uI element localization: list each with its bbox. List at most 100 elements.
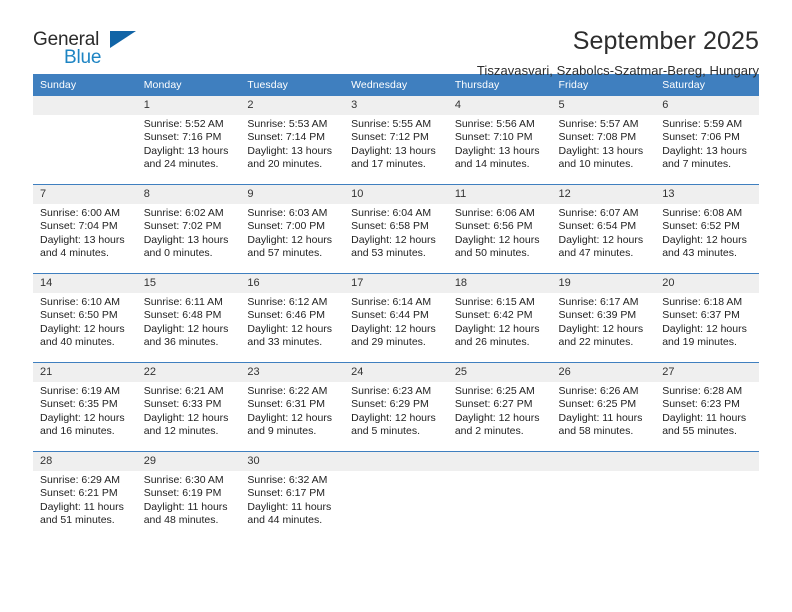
day-details: Sunrise: 6:07 AM Sunset: 6:54 PM Daylight:… (552, 204, 656, 261)
calendar-day[interactable]: 24 Sunrise: 6:23 AM Sunset: 6:29 PM Dayligh… (344, 363, 448, 451)
sunrise-text: Sunrise: 6:12 AM (247, 296, 328, 308)
day-number: 4 (447, 96, 552, 115)
sunset-text: Sunset: 7:00 PM (247, 220, 326, 233)
day-number: 3 (344, 96, 448, 115)
calendar-cell: 3 Sunrise: 5:55 AM Sunset: 7:12 PM Daylight… (344, 96, 448, 185)
day-number: 10 (344, 185, 448, 204)
general-blue-logo: General Blue (33, 26, 153, 68)
calendar-day[interactable]: 11 Sunrise: 6:06 AM Sunset: 6:56 PM Dayligh… (447, 185, 552, 273)
sunset-text: Sunset: 7:02 PM (143, 220, 222, 233)
calendar-day[interactable]: 29 Sunrise: 6:30 AM Sunset: 6:19 PM Dayligh… (136, 452, 241, 540)
day-number: 9 (240, 185, 345, 204)
sunrise-text: Sunrise: 5:52 AM (143, 118, 224, 130)
calendar-day[interactable]: 25 Sunrise: 6:25 AM Sunset: 6:27 PM Dayligh… (447, 363, 552, 451)
calendar-cell: 28 Sunrise: 6:29 AM Sunset: 6:21 PM Dayligh… (33, 451, 137, 540)
calendar-week-row: 14 Sunrise: 6:10 AM Sunset: 6:50 PM Dayligh… (33, 273, 759, 363)
weekday-header-monday: Monday (136, 74, 241, 96)
daylight-text-line2: and 47 minutes. (558, 247, 634, 260)
day-details: Sunrise: 6:28 AM Sunset: 6:23 PM Daylight:… (655, 382, 759, 439)
calendar-day[interactable]: 28 Sunrise: 6:29 AM Sunset: 6:21 PM Dayligh… (33, 452, 137, 540)
daylight-text-line2: and 53 minutes. (351, 247, 426, 260)
day-number (447, 452, 552, 471)
sunrise-text: Sunrise: 6:08 AM (662, 207, 743, 219)
calendar-cell: 5 Sunrise: 5:57 AM Sunset: 7:08 PM Daylight… (551, 96, 656, 185)
calendar-cell: 15 Sunrise: 6:11 AM Sunset: 6:48 PM Dayligh… (136, 273, 241, 363)
calendar-cell: 19 Sunrise: 6:17 AM Sunset: 6:39 PM Dayligh… (551, 273, 656, 363)
calendar-day[interactable]: 15 Sunrise: 6:11 AM Sunset: 6:48 PM Dayligh… (136, 274, 241, 362)
calendar-day[interactable]: 6 Sunrise: 5:59 AM Sunset: 7:06 PM Daylight… (655, 96, 759, 184)
calendar-day[interactable]: 12 Sunrise: 6:07 AM Sunset: 6:54 PM Dayligh… (551, 185, 656, 273)
calendar-day[interactable]: 19 Sunrise: 6:17 AM Sunset: 6:39 PM Dayligh… (551, 274, 656, 362)
day-number: 2 (240, 96, 345, 115)
calendar-day[interactable]: 13 Sunrise: 6:08 AM Sunset: 6:52 PM Dayligh… (655, 185, 759, 273)
sunset-text: Sunset: 6:48 PM (143, 309, 222, 322)
calendar-cell: 17 Sunrise: 6:14 AM Sunset: 6:44 PM Dayligh… (344, 273, 448, 363)
calendar-day[interactable]: 20 Sunrise: 6:18 AM Sunset: 6:37 PM Dayligh… (655, 274, 759, 362)
calendar-cell: 21 Sunrise: 6:19 AM Sunset: 6:35 PM Dayligh… (33, 362, 137, 452)
calendar-cell: 24 Sunrise: 6:23 AM Sunset: 6:29 PM Dayligh… (344, 362, 448, 452)
calendar-day[interactable]: 16 Sunrise: 6:12 AM Sunset: 6:46 PM Dayligh… (240, 274, 345, 362)
calendar-cell: 1 Sunrise: 5:52 AM Sunset: 7:16 PM Daylight… (136, 96, 241, 185)
sunset-text: Sunset: 7:12 PM (351, 131, 429, 144)
sunrise-sunset-calendar: Sunday Monday Tuesday Wednesday Thursday… (33, 74, 759, 540)
daylight-text-line1: Daylight: 13 hours (40, 233, 125, 246)
sunrise-text: Sunrise: 6:32 AM (247, 474, 328, 486)
calendar-day[interactable]: 17 Sunrise: 6:14 AM Sunset: 6:44 PM Dayligh… (344, 274, 448, 362)
sunset-text: Sunset: 7:14 PM (247, 131, 326, 144)
calendar-day[interactable]: 30 Sunrise: 6:32 AM Sunset: 6:17 PM Dayligh… (240, 452, 345, 540)
calendar-day[interactable]: 18 Sunrise: 6:15 AM Sunset: 6:42 PM Dayligh… (447, 274, 552, 362)
calendar-day[interactable]: 5 Sunrise: 5:57 AM Sunset: 7:08 PM Daylight… (551, 96, 656, 184)
day-details: Sunrise: 6:00 AM Sunset: 7:04 PM Daylight:… (33, 204, 137, 261)
day-number: 29 (136, 452, 241, 471)
calendar-day[interactable]: 21 Sunrise: 6:19 AM Sunset: 6:35 PM Dayligh… (33, 363, 137, 451)
weekday-header-wednesday: Wednesday (344, 74, 448, 96)
daylight-text-line1: Daylight: 12 hours (558, 322, 644, 335)
calendar-day[interactable]: 23 Sunrise: 6:22 AM Sunset: 6:31 PM Dayligh… (240, 363, 345, 451)
calendar-cell (655, 451, 759, 540)
daylight-text-line1: Daylight: 11 hours (558, 411, 643, 424)
daylight-text-line1: Daylight: 13 hours (143, 144, 229, 157)
calendar-day[interactable]: 2 Sunrise: 5:53 AM Sunset: 7:14 PM Daylight… (240, 96, 345, 184)
daylight-text-line1: Daylight: 13 hours (143, 233, 229, 246)
calendar-day[interactable]: 10 Sunrise: 6:04 AM Sunset: 6:58 PM Dayligh… (344, 185, 448, 273)
daylight-text-line2: and 24 minutes. (143, 158, 219, 171)
calendar-day[interactable]: 14 Sunrise: 6:10 AM Sunset: 6:50 PM Dayligh… (33, 274, 137, 362)
day-number: 22 (136, 363, 241, 382)
daylight-text-line2: and 55 minutes. (662, 425, 737, 438)
daylight-text-line1: Daylight: 12 hours (351, 411, 436, 424)
sunset-text: Sunset: 6:21 PM (40, 487, 118, 500)
calendar-day[interactable]: 1 Sunrise: 5:52 AM Sunset: 7:16 PM Daylight… (136, 96, 241, 184)
calendar-day[interactable]: 22 Sunrise: 6:21 AM Sunset: 6:33 PM Dayligh… (136, 363, 241, 451)
calendar-week-row: 1 Sunrise: 5:52 AM Sunset: 7:16 PM Daylight… (33, 96, 759, 185)
calendar-cell: 14 Sunrise: 6:10 AM Sunset: 6:50 PM Dayligh… (33, 273, 137, 363)
daylight-text-line2: and 12 minutes. (143, 425, 219, 438)
day-number: 16 (240, 274, 345, 293)
calendar-day[interactable]: 27 Sunrise: 6:28 AM Sunset: 6:23 PM Dayligh… (655, 363, 759, 451)
day-details: Sunrise: 6:30 AM Sunset: 6:19 PM Daylight:… (137, 471, 241, 528)
calendar-day[interactable]: 26 Sunrise: 6:26 AM Sunset: 6:25 PM Dayligh… (551, 363, 656, 451)
sunset-text: Sunset: 6:58 PM (351, 220, 429, 233)
calendar-day[interactable]: 9 Sunrise: 6:03 AM Sunset: 7:00 PM Daylight… (240, 185, 345, 273)
day-number: 11 (447, 185, 552, 204)
daylight-text-line1: Daylight: 11 hours (143, 500, 228, 513)
day-details: Sunrise: 6:04 AM Sunset: 6:58 PM Daylight:… (344, 204, 448, 261)
calendar-cell: 8 Sunrise: 6:02 AM Sunset: 7:02 PM Daylight… (136, 184, 241, 274)
daylight-text-line1: Daylight: 12 hours (143, 411, 229, 424)
calendar-day[interactable]: 7 Sunrise: 6:00 AM Sunset: 7:04 PM Daylight… (33, 185, 137, 273)
day-details: Sunrise: 6:06 AM Sunset: 6:56 PM Daylight:… (448, 204, 552, 261)
daylight-text-line1: Daylight: 12 hours (558, 233, 644, 246)
calendar-cell: 11 Sunrise: 6:06 AM Sunset: 6:56 PM Dayligh… (447, 184, 552, 274)
calendar-cell: 18 Sunrise: 6:15 AM Sunset: 6:42 PM Dayligh… (447, 273, 552, 363)
day-details: Sunrise: 6:19 AM Sunset: 6:35 PM Daylight:… (33, 382, 137, 439)
daylight-text-line2: and 29 minutes. (351, 336, 426, 349)
daylight-text-line2: and 4 minutes. (40, 247, 109, 260)
calendar-day[interactable]: 8 Sunrise: 6:02 AM Sunset: 7:02 PM Daylight… (136, 185, 241, 273)
calendar-day[interactable]: 4 Sunrise: 5:56 AM Sunset: 7:10 PM Daylight… (447, 96, 552, 184)
daylight-text-line1: Daylight: 11 hours (662, 411, 747, 424)
calendar-cell: 4 Sunrise: 5:56 AM Sunset: 7:10 PM Daylight… (447, 96, 552, 185)
sunrise-text: Sunrise: 6:11 AM (143, 296, 223, 308)
calendar-day[interactable]: 3 Sunrise: 5:55 AM Sunset: 7:12 PM Daylight… (344, 96, 448, 184)
sunset-text: Sunset: 6:37 PM (662, 309, 740, 322)
calendar-body: 1 Sunrise: 5:52 AM Sunset: 7:16 PM Daylight… (33, 96, 759, 540)
daylight-text-line2: and 20 minutes. (247, 158, 323, 171)
